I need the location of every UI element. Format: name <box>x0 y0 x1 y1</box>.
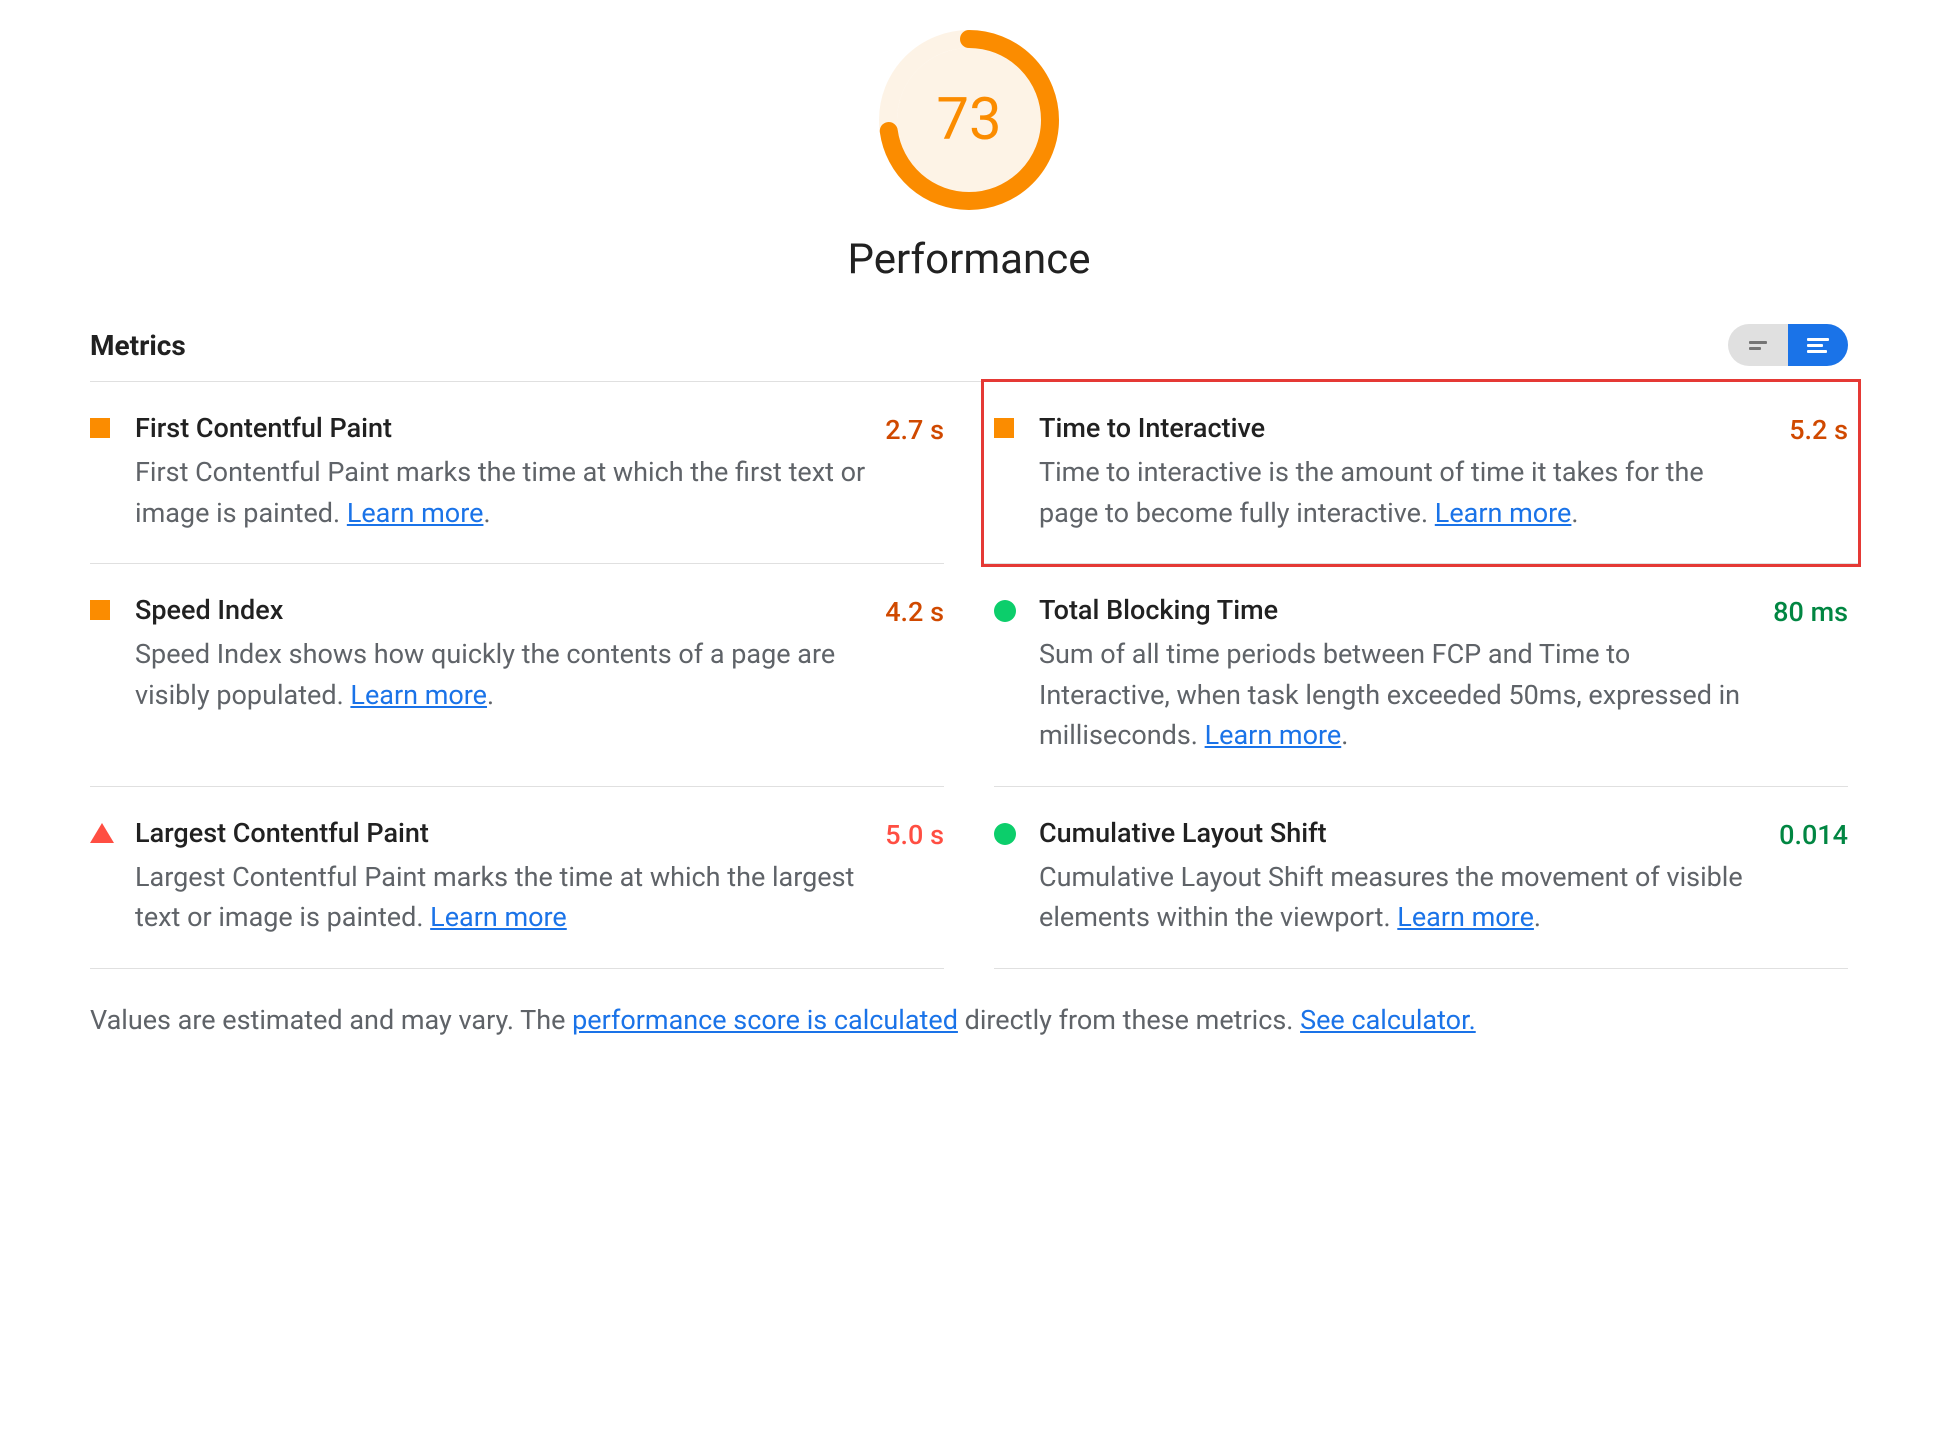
metric-description: First Contentful Paint marks the time at… <box>135 452 865 533</box>
view-expanded-button[interactable] <box>1788 324 1848 366</box>
footer-text: Values are estimated and may vary. The <box>90 1004 572 1036</box>
metric-item: Largest Contentful Paint Largest Contentf… <box>90 787 944 969</box>
metric-status-icon <box>90 412 135 533</box>
metric-value: 2.7 s <box>885 412 944 533</box>
metric-status-icon <box>90 817 135 938</box>
metric-status-icon <box>994 594 1039 756</box>
metric-name: Time to Interactive <box>1039 412 1769 444</box>
metrics-header: Metrics <box>90 324 1848 382</box>
metric-value: 5.2 s <box>1789 412 1848 533</box>
metric-name: Largest Contentful Paint <box>135 817 865 849</box>
metric-status-icon <box>90 594 135 756</box>
status-poor-icon <box>90 823 114 843</box>
status-average-icon <box>994 418 1014 438</box>
metric-item: Total Blocking Time Sum of all time perio… <box>994 564 1848 787</box>
metrics-title: Metrics <box>90 329 186 362</box>
metric-body: Total Blocking Time Sum of all time perio… <box>1039 594 1773 756</box>
metric-description: Time to interactive is the amount of tim… <box>1039 452 1769 533</box>
metric-description: Sum of all time periods between FCP and … <box>1039 634 1753 756</box>
view-toggle <box>1728 324 1848 366</box>
metric-status-icon <box>994 412 1039 533</box>
score-gauge: 73 <box>879 30 1059 210</box>
learn-more-link[interactable]: Learn more <box>1205 719 1342 751</box>
footer-text: directly from these metrics. <box>958 1004 1300 1036</box>
metric-description: Speed Index shows how quickly the conten… <box>135 634 865 715</box>
metric-status-icon <box>994 817 1039 938</box>
metric-body: First Contentful Paint First Contentful P… <box>135 412 885 533</box>
metric-value: 80 ms <box>1773 594 1848 756</box>
metrics-grid: First Contentful Paint First Contentful P… <box>90 382 1848 969</box>
status-good-icon <box>994 600 1016 622</box>
metric-body: Speed Index Speed Index shows how quickly… <box>135 594 885 756</box>
metric-item: First Contentful Paint First Contentful P… <box>90 382 944 564</box>
metric-item: Cumulative Layout Shift Cumulative Layout… <box>994 787 1848 969</box>
learn-more-link[interactable]: Learn more <box>1397 901 1534 933</box>
metric-description: Cumulative Layout Shift measures the mov… <box>1039 857 1759 938</box>
metric-name: Speed Index <box>135 594 865 626</box>
gauge-title: Performance <box>848 235 1091 284</box>
metric-item: Time to Interactive Time to interactive i… <box>984 382 1858 564</box>
footer-link-calculator[interactable]: See calculator. <box>1300 1004 1476 1036</box>
learn-more-link[interactable]: Learn more <box>347 497 484 529</box>
score-value: 73 <box>936 86 1001 154</box>
learn-more-link[interactable]: Learn more <box>1435 497 1572 529</box>
status-average-icon <box>90 600 110 620</box>
view-compact-button[interactable] <box>1728 324 1788 366</box>
metric-value: 4.2 s <box>885 594 944 756</box>
metric-description: Largest Contentful Paint marks the time … <box>135 857 865 938</box>
list-compact-icon <box>1749 341 1767 350</box>
metric-body: Time to Interactive Time to interactive i… <box>1039 412 1789 533</box>
footer-note: Values are estimated and may vary. The p… <box>90 969 1848 1042</box>
list-expanded-icon <box>1807 338 1829 353</box>
metric-name: Total Blocking Time <box>1039 594 1753 626</box>
performance-gauge: 73 Performance <box>90 30 1848 284</box>
metric-value: 5.0 s <box>885 817 944 938</box>
metric-name: First Contentful Paint <box>135 412 865 444</box>
metric-body: Largest Contentful Paint Largest Contentf… <box>135 817 885 938</box>
metric-name: Cumulative Layout Shift <box>1039 817 1759 849</box>
learn-more-link[interactable]: Learn more <box>350 679 487 711</box>
footer-link-calculated[interactable]: performance score is calculated <box>572 1004 958 1036</box>
metric-item: Speed Index Speed Index shows how quickly… <box>90 564 944 787</box>
metric-value: 0.014 <box>1779 817 1848 938</box>
learn-more-link[interactable]: Learn more <box>430 901 567 933</box>
status-good-icon <box>994 823 1016 845</box>
status-average-icon <box>90 418 110 438</box>
metric-body: Cumulative Layout Shift Cumulative Layout… <box>1039 817 1779 938</box>
